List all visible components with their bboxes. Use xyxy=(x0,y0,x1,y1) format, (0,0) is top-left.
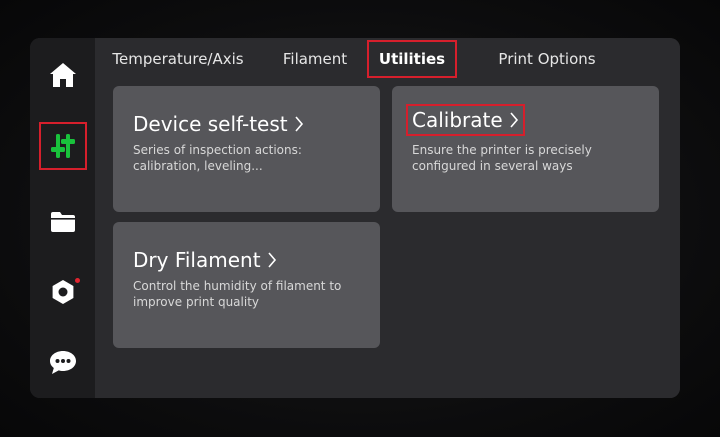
card-title: Dry Filament xyxy=(133,248,261,272)
tab-bar: Temperature/Axis Filament Utilities Prin… xyxy=(95,38,680,82)
tab-utilities[interactable]: Utilities xyxy=(367,40,457,78)
tab-label: Utilities xyxy=(378,50,446,68)
device-self-test-card[interactable]: Device self-test Series of inspection ac… xyxy=(113,86,380,212)
sidebar-item-files[interactable] xyxy=(39,198,87,246)
chat-icon xyxy=(50,351,76,374)
sidebar-item-home[interactable] xyxy=(39,51,87,99)
home-icon xyxy=(50,63,76,87)
chevron-right-icon xyxy=(267,252,276,268)
card-description: Series of inspection actions: calibratio… xyxy=(133,143,302,173)
tab-label: Print Options xyxy=(498,50,596,68)
tab-filament[interactable]: Filament xyxy=(283,42,347,76)
calibrate-card[interactable]: Calibrate Ensure the printer is precisel… xyxy=(392,86,659,212)
tab-print-options[interactable]: Print Options xyxy=(497,42,597,76)
notification-dot xyxy=(75,278,80,283)
sidebar-item-messages[interactable] xyxy=(39,338,87,386)
settings-hex-icon xyxy=(52,280,74,304)
card-title: Calibrate xyxy=(412,108,503,132)
card-title-row: Calibrate xyxy=(406,104,525,136)
card-title: Device self-test xyxy=(133,112,288,136)
card-description: Control the humidity of filament to impr… xyxy=(133,279,342,309)
touchscreen: Temperature/Axis Filament Utilities Prin… xyxy=(30,38,680,398)
main-panel: Temperature/Axis Filament Utilities Prin… xyxy=(95,38,680,398)
folder-icon xyxy=(51,212,75,232)
card-title-row: Device self-test xyxy=(133,112,304,136)
chevron-right-icon xyxy=(510,112,518,128)
sliders-icon xyxy=(51,134,75,158)
tab-temperature-axis[interactable]: Temperature/Axis xyxy=(112,42,243,76)
tab-label: Filament xyxy=(282,50,348,68)
sidebar xyxy=(30,38,95,398)
card-title-row: Dry Filament xyxy=(133,248,277,272)
dry-filament-card[interactable]: Dry Filament Control the humidity of fil… xyxy=(113,222,380,348)
chevron-right-icon xyxy=(295,116,303,132)
sidebar-item-controls[interactable] xyxy=(39,122,87,170)
sidebar-item-settings[interactable] xyxy=(39,268,87,316)
tab-label: Temperature/Axis xyxy=(112,50,244,68)
card-description: Ensure the printer is precisely configur… xyxy=(412,143,592,173)
